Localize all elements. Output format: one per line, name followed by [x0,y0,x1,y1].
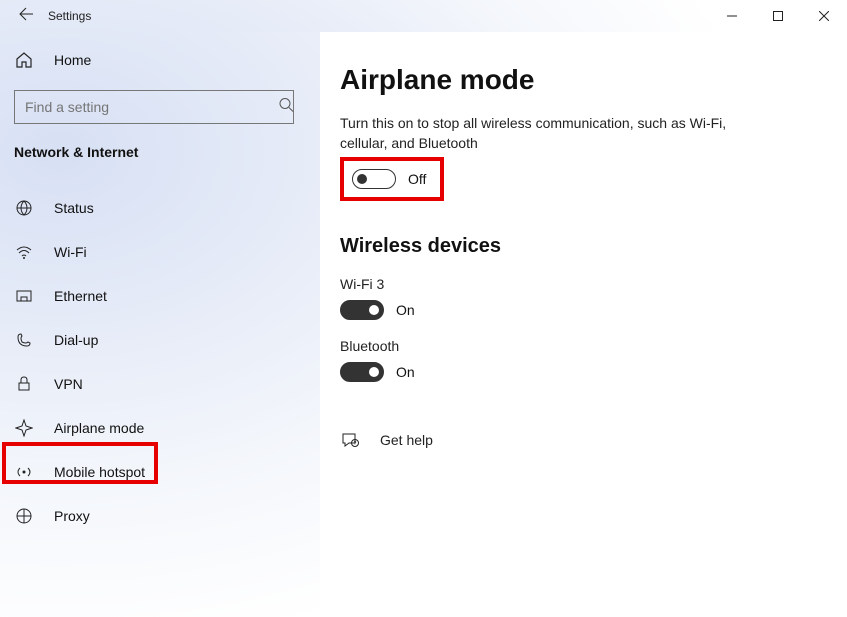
sidebar-item-label: Dial-up [54,332,98,348]
vpn-icon [14,374,34,394]
sidebar-item-dialup[interactable]: Dial-up [0,318,320,362]
globe-icon [14,198,34,218]
hotspot-icon [14,462,34,482]
wireless-devices-heading: Wireless devices [340,235,817,258]
sidebar-item-label: Ethernet [54,288,107,304]
titlebar: Settings [0,0,847,32]
dialup-icon [14,330,34,350]
sidebar-item-label: Proxy [54,508,90,524]
sidebar-item-wifi[interactable]: Wi-Fi [0,230,320,274]
sidebar-home-label: Home [54,52,91,68]
sidebar-item-label: Status [54,200,94,216]
search-input[interactable] [14,90,294,124]
search-icon [278,97,294,118]
bluetooth-toggle[interactable] [340,362,384,382]
minimize-button[interactable] [709,0,755,32]
svg-text:?: ? [354,441,357,447]
sidebar-item-label: Mobile hotspot [54,464,145,480]
maximize-button[interactable] [755,0,801,32]
close-button[interactable] [801,0,847,32]
airplane-mode-toggle[interactable] [352,169,396,189]
sidebar-item-proxy[interactable]: Proxy [0,494,320,538]
get-help-label: Get help [380,432,433,448]
sidebar-item-status[interactable]: Status [0,186,320,230]
proxy-icon [14,506,34,526]
home-icon [14,50,34,70]
wifi-device-label: Wi-Fi 3 [340,276,817,292]
sidebar-item-mobile-hotspot[interactable]: Mobile hotspot [0,450,320,494]
wifi-toggle-label: On [396,302,415,318]
sidebar-item-vpn[interactable]: VPN [0,362,320,406]
page-title: Airplane mode [340,64,817,96]
window-title: Settings [48,9,91,23]
wifi-icon [14,242,34,262]
airplane-icon [14,418,34,438]
sidebar-item-ethernet[interactable]: Ethernet [0,274,320,318]
sidebar: Home Network & Internet Status Wi-Fi [0,32,320,617]
sidebar-category: Network & Internet [0,134,320,170]
page-description: Turn this on to stop all wireless commun… [340,114,770,153]
back-icon[interactable] [18,6,34,27]
sidebar-item-label: Wi-Fi [54,244,87,260]
bluetooth-toggle-label: On [396,364,415,380]
sidebar-home[interactable]: Home [0,38,320,82]
wifi-toggle[interactable] [340,300,384,320]
sidebar-item-airplane-mode[interactable]: Airplane mode [0,406,320,450]
sidebar-item-label: Airplane mode [54,420,144,436]
airplane-toggle-highlight: Off [340,157,444,201]
ethernet-icon [14,286,34,306]
sidebar-item-label: VPN [54,376,83,392]
bluetooth-device-label: Bluetooth [340,338,817,354]
airplane-mode-toggle-label: Off [408,171,426,187]
content-area: Airplane mode Turn this on to stop all w… [320,32,847,617]
get-help-link[interactable]: ? Get help [340,430,817,450]
help-icon: ? [340,430,360,450]
